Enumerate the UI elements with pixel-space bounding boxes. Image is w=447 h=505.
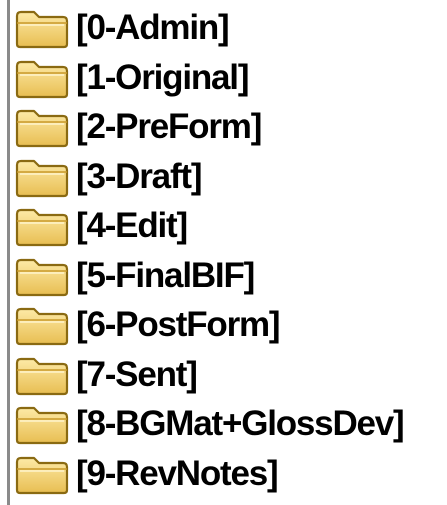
folder-icon bbox=[14, 56, 70, 100]
folder-label: [8-BGMat+GlossDev] bbox=[76, 404, 405, 443]
folder-label: [1-Original] bbox=[76, 57, 249, 97]
folder-item[interactable]: [4-Edit] bbox=[14, 204, 188, 248]
folder-item[interactable]: [8-BGMat+GlossDev] bbox=[14, 402, 405, 446]
folder-label: [3-Draft] bbox=[76, 156, 203, 196]
folder-icon bbox=[14, 105, 70, 149]
folder-item[interactable]: [7-Sent] bbox=[14, 353, 198, 397]
folder-icon bbox=[14, 353, 70, 397]
folder-label: [4-Edit] bbox=[76, 206, 188, 245]
folder-icon bbox=[14, 303, 70, 347]
folder-label: [5-FinalBIF] bbox=[76, 255, 255, 295]
folder-icon bbox=[14, 452, 70, 496]
folder-icon bbox=[14, 254, 70, 298]
folder-item[interactable]: [5-FinalBIF] bbox=[14, 254, 255, 298]
folder-icon bbox=[14, 6, 70, 50]
folder-item[interactable]: [3-Draft] bbox=[14, 155, 203, 199]
folder-item[interactable]: [6-PostForm] bbox=[14, 303, 281, 347]
folder-tree: [0-Admin] [1-Original] [2-PreForm] [3-Dr… bbox=[0, 0, 447, 505]
folder-item[interactable]: [9-RevNotes] bbox=[14, 452, 279, 496]
tree-connector-line bbox=[7, 0, 10, 505]
folder-icon bbox=[14, 155, 70, 199]
folder-item[interactable]: [1-Original] bbox=[14, 56, 249, 100]
folder-icon bbox=[14, 402, 70, 446]
folder-label: [7-Sent] bbox=[76, 354, 198, 394]
folder-label: [6-PostForm] bbox=[76, 305, 281, 344]
folder-label: [0-Admin] bbox=[76, 8, 230, 47]
folder-item[interactable]: [0-Admin] bbox=[14, 6, 230, 50]
folder-item[interactable]: [2-PreForm] bbox=[14, 105, 262, 149]
folder-label: [9-RevNotes] bbox=[76, 453, 279, 493]
folder-icon bbox=[14, 204, 70, 248]
folder-label: [2-PreForm] bbox=[76, 107, 262, 146]
